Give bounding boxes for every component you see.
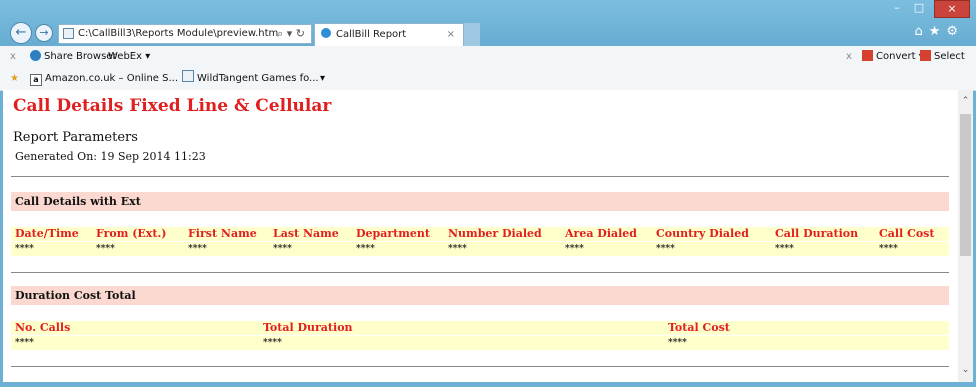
column-header: Total Cost [668,321,730,334]
forward-button[interactable]: → [35,24,53,42]
tab-label: CallBill Report [336,29,407,40]
column-header: Total Duration [263,321,353,334]
table-cell: **** [668,338,687,348]
tab-callbill-report[interactable]: CallBill Report × [314,23,464,46]
home-favorites-tools-icons[interactable]: ⌂★⚙ [914,24,964,39]
divider [11,366,949,367]
table-cell: **** [565,244,584,254]
column-header: Last Name [273,227,339,240]
ie-icon [321,28,331,38]
totals-value-row: **** **** **** [11,336,949,350]
table-cell: **** [263,338,282,348]
scrollbar-thumb[interactable] [960,114,971,256]
column-header: First Name [188,227,257,240]
address-tools[interactable]: ⌕ ▾ ↻ [277,25,305,43]
page-icon [182,70,194,82]
address-text: C:\CallBill3\Reports Module\preview.htm [78,28,279,39]
close-window-button[interactable]: × [934,0,970,18]
divider [11,272,949,273]
table-cell: **** [15,338,34,348]
table-cell: **** [15,244,34,254]
section-duration-cost-title: Duration Cost Total [11,286,949,305]
table-cell: **** [879,244,898,254]
select-button[interactable]: Select [920,46,965,67]
section-call-details-title: Call Details with Ext [11,192,949,211]
globe-icon [30,50,41,61]
column-header: Number Dialed [448,227,542,240]
call-details-value-row: **** **** **** **** **** **** **** **** … [11,242,949,256]
column-header: Call Duration [775,227,859,240]
favorites-more-icon[interactable]: ▾ [320,67,325,90]
column-header: Country Dialed [656,227,749,240]
favorite-amazon[interactable]: a Amazon.co.uk – Online S... [30,67,178,90]
back-button[interactable]: ← [10,22,32,44]
table-cell: **** [656,244,675,254]
table-cell: **** [775,244,794,254]
toolbar-close-icon[interactable]: x [10,46,16,67]
report-title: Call Details Fixed Line & Cellular [13,96,332,116]
share-browser-button[interactable]: Share Browser [30,46,117,67]
call-details-header-row: Date/Time From (Ext.) First Name Last Na… [11,227,949,241]
table-cell: **** [448,244,467,254]
window-frame-bottom [0,382,976,387]
column-header: From (Ext.) [96,227,167,240]
maximize-button[interactable]: □ [908,0,930,18]
column-header: Department [356,227,430,240]
pdf-icon [862,50,873,61]
toolbar-close2-icon[interactable]: x [846,46,852,67]
select-icon [920,50,931,61]
favorites-bar: ★ a Amazon.co.uk – Online S... WildTangen… [0,67,976,91]
webex-menu[interactable]: WebEx ▾ [108,46,150,67]
column-header: Date/Time [15,227,79,240]
table-cell: **** [188,244,207,254]
command-toolbar: x Share Browser WebEx ▾ x Convert ▾ Sele… [0,46,976,68]
divider [11,176,949,177]
page-icon [63,28,74,39]
generated-on: Generated On: 19 Sep 2014 11:23 [15,150,206,163]
report-parameters-label: Report Parameters [13,130,138,145]
table-cell: **** [273,244,292,254]
report-page: Call Details Fixed Line & Cellular Repor… [3,90,958,382]
table-cell: **** [96,244,115,254]
add-favorite-icon[interactable]: ★ [10,67,19,90]
address-bar[interactable]: C:\CallBill3\Reports Module\preview.htm … [58,24,312,44]
new-tab-button[interactable] [464,23,480,46]
column-header: Call Cost [879,227,935,240]
scroll-up-icon[interactable]: ⌃ [958,94,973,109]
table-cell: **** [356,244,375,254]
vertical-scrollbar[interactable]: ⌃ ⌄ [958,90,973,382]
title-bar: ← → C:\CallBill3\Reports Module\preview.… [0,0,976,46]
minimize-button[interactable]: – [886,0,908,18]
convert-button[interactable]: Convert ▾ [862,46,924,67]
amazon-icon: a [30,74,42,86]
browser-window: ← → C:\CallBill3\Reports Module\preview.… [0,0,976,387]
column-header: Area Dialed [565,227,637,240]
column-header: No. Calls [15,321,71,334]
tab-close-icon[interactable]: × [447,24,455,46]
favorite-wildtangent[interactable]: WildTangent Games fo... [182,67,319,90]
scroll-down-icon[interactable]: ⌄ [958,363,973,378]
totals-header-row: No. Calls Total Duration Total Cost [11,321,949,335]
